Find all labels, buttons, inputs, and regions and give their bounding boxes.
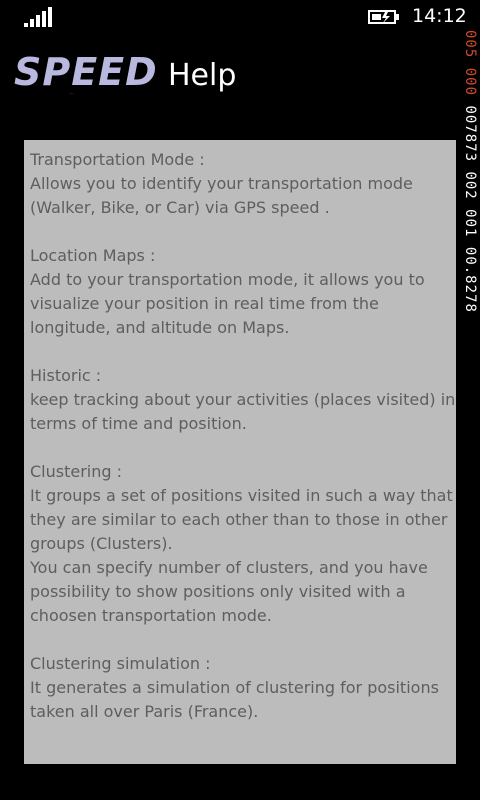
section-body-line: taken all over Paris (France). (30, 702, 259, 721)
logo-text: SPEED (14, 50, 158, 94)
section-heading: Clustering : (30, 462, 123, 481)
help-text-panel[interactable]: Transportation Mode : Allows you to iden… (24, 140, 456, 764)
section-heading: Transportation Mode : (30, 150, 205, 169)
help-section-transportation-mode: Transportation Mode : Allows you to iden… (30, 148, 450, 220)
help-screen: 14:12 SPEED ... Help 005 000 007873 002 … (0, 0, 480, 800)
section-heading: Historic : (30, 366, 102, 385)
debug-line-1: 005 000 (462, 30, 478, 97)
section-body-line: groups (Clusters). (30, 534, 173, 553)
section-body-line: Add to your transportation mode, it allo… (30, 270, 425, 289)
section-body-line: It groups a set of positions visited in … (30, 486, 453, 505)
debug-overlay: 005 000 007873 002 001 00.8278 (462, 30, 480, 400)
section-body-line: possibility to show positions only visit… (30, 582, 406, 601)
help-section-historic: Historic : keep tracking about your acti… (30, 364, 456, 436)
section-heading: Location Maps : (30, 246, 156, 265)
page-title: Help (168, 58, 237, 93)
section-body-line: longitude, and altitude on Maps. (30, 318, 290, 337)
section-body-line: they are similar to each other than to t… (30, 510, 448, 529)
section-heading: Clustering simulation : (30, 654, 211, 673)
signal-bars-icon (24, 7, 52, 27)
clock: 14:12 (412, 5, 467, 27)
status-bar: 14:12 (0, 0, 480, 34)
help-section-clustering-simulation: Clustering simulation : It generates a s… (30, 652, 450, 724)
section-body-line: Allows you to identify your transportati… (30, 174, 413, 193)
debug-line-2: 007873 002 001 00.8278 (462, 105, 478, 313)
help-section-location-maps: Location Maps : Add to your transportati… (30, 244, 450, 340)
section-body-line: You can specify number of clusters, and … (30, 558, 428, 577)
section-body-line: It generates a simulation of clustering … (30, 678, 439, 697)
debug-counters: 005 000 007873 002 001 00.8278 (462, 30, 478, 313)
section-body-line: visualize your position in real time fro… (30, 294, 379, 313)
section-body-line: (Walker, Bike, or Car) via GPS speed . (30, 198, 330, 217)
battery-charging-icon (368, 10, 399, 24)
help-section-clustering: Clustering : It groups a set of position… (30, 460, 453, 628)
section-body-line: keep tracking about your activities (pla… (30, 390, 456, 409)
logo-subtext: ... (70, 90, 74, 95)
section-body-line: choosen transportation mode. (30, 606, 272, 625)
app-logo: SPEED ... (14, 50, 158, 98)
section-body-line: terms of time and position. (30, 414, 247, 433)
